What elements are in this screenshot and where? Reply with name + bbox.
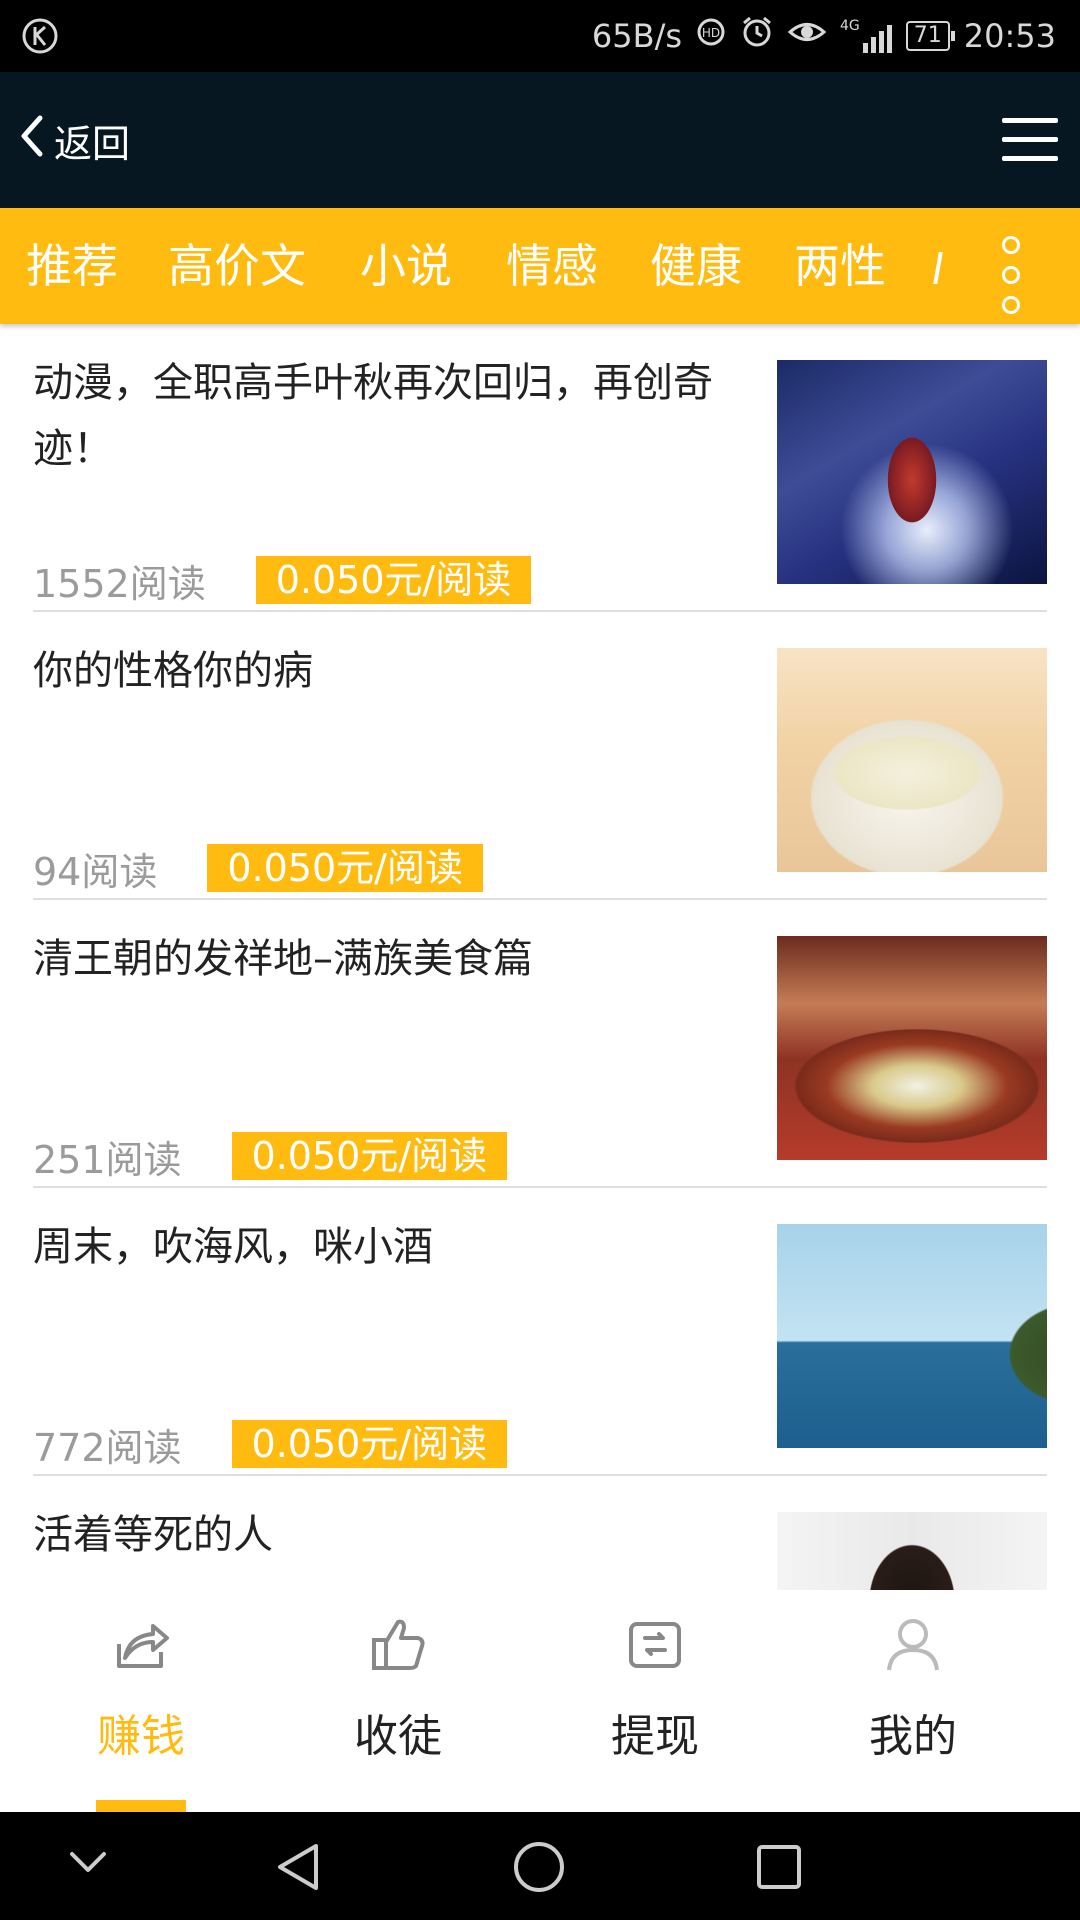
vertical-dots-icon[interactable] <box>996 236 1024 320</box>
article-item[interactable]: 动漫，全职高手叶秋再次回归，再创奇迹！ 1552阅读 0.050元/阅读 <box>33 324 1047 612</box>
back-triangle-icon[interactable] <box>274 1842 324 1896</box>
article-meta: 94阅读 0.050元/阅读 <box>33 844 483 894</box>
read-count: 251阅读 <box>33 1137 182 1182</box>
article-meta: 772阅读 0.050元/阅读 <box>33 1420 508 1470</box>
eye-icon <box>787 17 827 55</box>
article-title[interactable]: 你的性格你的病 <box>33 638 733 704</box>
battery-icon: 71 <box>905 21 955 51</box>
bottom-nav: 赚钱 收徒 提现 我的 <box>0 1590 1080 1812</box>
tab-recommend[interactable]: 推荐 <box>26 208 118 324</box>
system-nav-bar <box>0 1812 1080 1920</box>
article-item[interactable]: 你的性格你的病 94阅读 0.050元/阅读 <box>33 612 1047 900</box>
tab-health[interactable]: 健康 <box>650 208 742 324</box>
hd-call-icon: HD <box>696 17 726 55</box>
battery-level: 71 <box>913 23 942 48</box>
article-thumbnail[interactable] <box>777 936 1047 1160</box>
alarm-icon <box>740 15 774 57</box>
nav-withdraw[interactable]: 提现 <box>520 1590 790 1812</box>
share-icon <box>111 1614 171 1674</box>
nav-label: 收徒 <box>354 1711 442 1762</box>
nav-label: 我的 <box>869 1711 957 1762</box>
back-label: 返回 <box>54 121 131 166</box>
article-thumbnail[interactable] <box>777 1512 1047 1590</box>
article-item[interactable]: 活着等死的人 <box>33 1476 1047 1590</box>
thumbs-up-icon <box>368 1614 428 1674</box>
tab-novel[interactable]: 小说 <box>360 208 452 324</box>
read-count: 1552阅读 <box>33 561 206 606</box>
read-count: 94阅读 <box>33 849 158 894</box>
nav-label: 赚钱 <box>97 1711 185 1762</box>
home-circle-icon[interactable] <box>512 1840 566 1898</box>
article-title[interactable]: 清王朝的发祥地–满族美食篇 <box>33 926 733 992</box>
nav-earn[interactable]: 赚钱 <box>6 1590 276 1812</box>
article-title[interactable]: 动漫，全职高手叶秋再次回归，再创奇迹！ <box>33 350 733 482</box>
network-speed: 65B/s <box>591 17 683 55</box>
category-tabs: 推荐 高价文 小说 情感 健康 两性 <box>0 208 1080 324</box>
active-tab-indicator <box>96 1800 186 1812</box>
clock: 20:53 <box>963 17 1056 55</box>
chevron-down-icon[interactable] <box>66 1848 110 1882</box>
nav-label: 提现 <box>611 1711 699 1762</box>
article-meta: 251阅读 0.050元/阅读 <box>33 1132 508 1182</box>
article-thumbnail[interactable] <box>777 360 1047 584</box>
price-badge: 0.050元/阅读 <box>207 844 483 892</box>
app-header: 返回 <box>0 72 1080 208</box>
k-app-icon <box>20 16 60 60</box>
article-item[interactable]: 清王朝的发祥地–满族美食篇 251阅读 0.050元/阅读 <box>33 900 1047 1188</box>
status-bar: 65B/s HD 4G 71 20:53 <box>0 0 1080 72</box>
price-badge: 0.050元/阅读 <box>255 556 532 604</box>
read-count: 772阅读 <box>33 1425 182 1470</box>
tab-high-price[interactable]: 高价文 <box>168 208 306 324</box>
price-badge: 0.050元/阅读 <box>231 1132 508 1180</box>
user-icon <box>883 1614 943 1674</box>
article-item[interactable]: 周末，吹海风，咪小酒 772阅读 0.050元/阅读 <box>33 1188 1047 1476</box>
signal-icon: 4G <box>840 19 892 53</box>
chevron-left-icon <box>14 112 48 169</box>
wallet-icon <box>625 1614 685 1674</box>
article-feed[interactable]: 动漫，全职高手叶秋再次回归，再创奇迹！ 1552阅读 0.050元/阅读 你的性… <box>0 324 1080 1590</box>
tab-emotion[interactable]: 情感 <box>506 208 598 324</box>
recents-square-icon[interactable] <box>756 1844 802 1894</box>
article-thumbnail[interactable] <box>777 1224 1047 1448</box>
article-thumbnail[interactable] <box>777 648 1047 872</box>
nav-mine[interactable]: 我的 <box>778 1590 1048 1812</box>
price-badge: 0.050元/阅读 <box>231 1420 508 1468</box>
article-title[interactable]: 活着等死的人 <box>33 1502 733 1568</box>
hamburger-menu-icon[interactable] <box>1002 118 1058 162</box>
article-title[interactable]: 周末，吹海风，咪小酒 <box>33 1214 733 1280</box>
tab-overflow-hint <box>933 252 943 284</box>
nav-apprentice[interactable]: 收徒 <box>263 1590 533 1812</box>
article-meta: 1552阅读 0.050元/阅读 <box>33 556 532 606</box>
tab-gender[interactable]: 两性 <box>794 208 886 324</box>
svg-text:HD: HD <box>702 26 720 40</box>
network-type: 4G <box>840 18 860 34</box>
back-button[interactable]: 返回 <box>14 102 130 178</box>
